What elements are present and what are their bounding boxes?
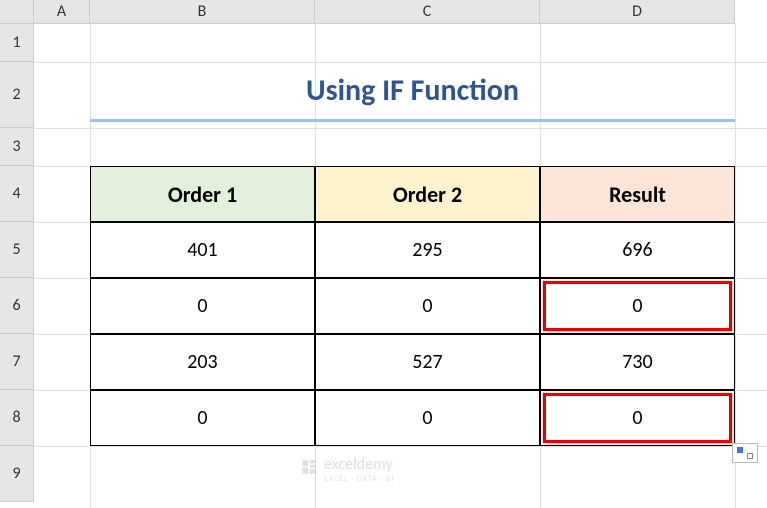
col-header-b[interactable]: B [90, 0, 315, 24]
watermark-brand: exceldemy [324, 455, 393, 474]
row-header-9[interactable]: 9 [0, 446, 34, 502]
header-order1[interactable]: Order 1 [90, 166, 315, 222]
cell-c5[interactable]: 295 [315, 222, 540, 278]
cell-d8[interactable]: 0 [540, 390, 735, 446]
watermark-icon [300, 458, 318, 481]
spreadsheet-grid: A B C D 1 2 3 4 5 6 7 8 9 Using IF Funct… [0, 0, 767, 508]
header-order2[interactable]: Order 2 [315, 166, 540, 222]
col-header-d[interactable]: D [540, 0, 735, 24]
cell-b7[interactable]: 203 [90, 334, 315, 390]
cell-d7[interactable]: 730 [540, 334, 735, 390]
page-title: Using IF Function [90, 62, 735, 122]
row-header-7[interactable]: 7 [0, 334, 34, 390]
cell-b8[interactable]: 0 [90, 390, 315, 446]
cell-c7[interactable]: 527 [315, 334, 540, 390]
cell-b5[interactable]: 401 [90, 222, 315, 278]
autofill-options-icon[interactable] [732, 443, 758, 463]
row-header-3[interactable]: 3 [0, 128, 34, 166]
row-header-2[interactable]: 2 [0, 62, 34, 128]
cell-d6[interactable]: 0 [540, 278, 735, 334]
cell-b6[interactable]: 0 [90, 278, 315, 334]
cell-c6[interactable]: 0 [315, 278, 540, 334]
row-header-4[interactable]: 4 [0, 166, 34, 222]
col-header-c[interactable]: C [315, 0, 540, 24]
select-all-corner[interactable] [0, 0, 34, 24]
row-header-1[interactable]: 1 [0, 24, 34, 62]
col-header-a[interactable]: A [34, 0, 90, 24]
row-header-8[interactable]: 8 [0, 390, 34, 446]
watermark: exceldemy EXCEL · DATA · BI [300, 455, 395, 484]
header-result[interactable]: Result [540, 166, 735, 222]
row-header-5[interactable]: 5 [0, 222, 34, 278]
cell-c8[interactable]: 0 [315, 390, 540, 446]
cell-d5[interactable]: 696 [540, 222, 735, 278]
watermark-tagline: EXCEL · DATA · BI [324, 474, 395, 484]
row-header-6[interactable]: 6 [0, 278, 34, 334]
